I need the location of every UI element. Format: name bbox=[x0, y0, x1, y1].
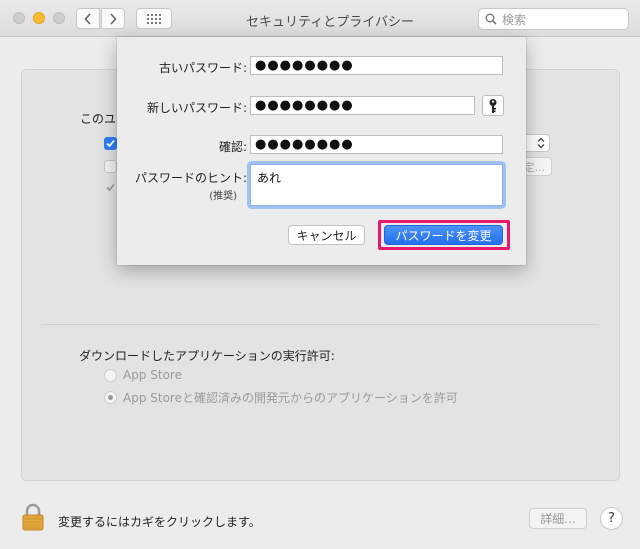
password-hint-field[interactable]: あれ bbox=[250, 164, 503, 206]
radio-button[interactable] bbox=[104, 391, 117, 404]
radio-label: App Storeと確認済みの開発元からのアプリケーションを許可 bbox=[123, 391, 458, 405]
message-checkbox[interactable] bbox=[104, 160, 117, 173]
lock-instruction-text: 変更するにはカギをクリックします。 bbox=[58, 515, 261, 529]
cancel-button[interactable]: キャンセル bbox=[288, 225, 365, 245]
zoom-window-button[interactable] bbox=[53, 12, 65, 24]
chevron-right-icon bbox=[110, 12, 117, 25]
download-section-title: ダウンロードしたアプリケーションの実行許可: bbox=[79, 349, 335, 363]
old-password-label: 古いパスワード: bbox=[158, 61, 247, 75]
section-divider bbox=[41, 324, 599, 325]
minimize-window-button[interactable] bbox=[33, 12, 45, 24]
hint-recommended-label: (推奨) bbox=[209, 191, 237, 202]
require-password-checkbox[interactable] bbox=[104, 137, 117, 150]
close-window-button[interactable] bbox=[13, 12, 25, 24]
radio-app-store[interactable]: App Store bbox=[104, 368, 182, 382]
radio-button[interactable] bbox=[104, 368, 117, 382]
up-down-arrows-icon bbox=[537, 137, 545, 149]
grid-icon bbox=[147, 13, 161, 24]
old-password-field[interactable]: ●●●●●●●● bbox=[250, 56, 503, 75]
confirm-label: 確認: bbox=[218, 140, 247, 154]
show-all-button[interactable] bbox=[136, 8, 172, 29]
new-password-label: 新しいパスワード: bbox=[146, 101, 247, 115]
lock-icon[interactable] bbox=[22, 503, 44, 531]
back-button[interactable] bbox=[76, 8, 100, 29]
new-password-field[interactable]: ●●●●●●●● bbox=[250, 96, 475, 115]
radio-label: App Store bbox=[123, 368, 182, 382]
advanced-button[interactable]: 詳細... bbox=[529, 508, 587, 529]
help-button[interactable]: ? bbox=[600, 507, 623, 530]
title-bar: セキュリティとプライバシー 検索 bbox=[0, 0, 640, 37]
radio-app-store-identified[interactable]: App Storeと確認済みの開発元からのアプリケーションを許可 bbox=[104, 389, 458, 406]
window-title: セキュリティとプライバシー bbox=[246, 15, 414, 30]
chevron-left-icon bbox=[84, 12, 91, 25]
hint-label: パスワードのヒント: bbox=[134, 171, 247, 185]
change-password-button[interactable]: パスワードを変更 bbox=[384, 225, 503, 245]
change-password-sheet: 古いパスワード: ●●●●●●●● 新しいパスワード: ●●●●●●●● 確認:… bbox=[117, 37, 526, 265]
password-assistant-button[interactable] bbox=[482, 95, 504, 116]
forward-button[interactable] bbox=[101, 8, 125, 29]
search-icon bbox=[485, 13, 497, 25]
confirm-password-field[interactable]: ●●●●●●●● bbox=[250, 135, 503, 154]
auto-login-checkbox[interactable] bbox=[104, 181, 117, 194]
search-field[interactable]: 検索 bbox=[478, 8, 629, 30]
radio-selected-dot bbox=[108, 395, 113, 400]
search-placeholder: 検索 bbox=[502, 12, 527, 27]
key-icon bbox=[489, 98, 497, 113]
checkmark-icon bbox=[106, 183, 115, 192]
checkmark-icon bbox=[106, 139, 115, 148]
